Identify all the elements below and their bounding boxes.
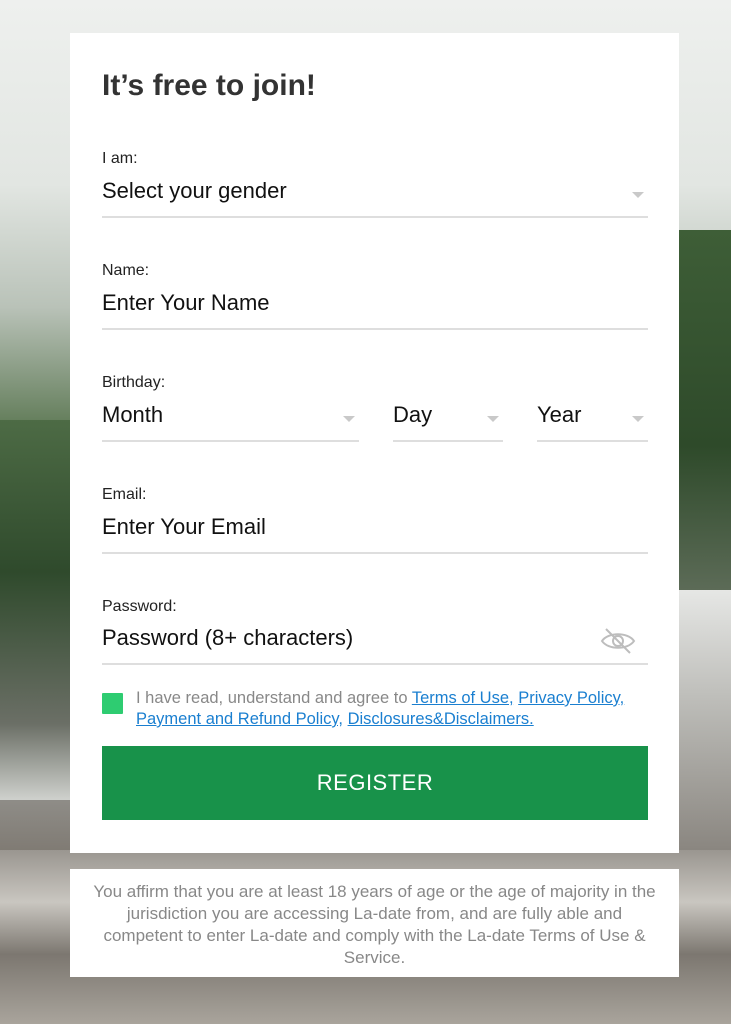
- chevron-down-icon: [343, 416, 355, 422]
- day-select-value: Day: [393, 402, 433, 427]
- email-input[interactable]: Enter Your Email: [102, 506, 648, 554]
- email-input-placeholder: Enter Your Email: [102, 514, 266, 539]
- gender-select[interactable]: Select your gender: [102, 170, 648, 218]
- birthday-label: Birthday:: [102, 374, 166, 391]
- birthday-day-select[interactable]: Day: [393, 394, 503, 442]
- background-photo: [679, 590, 731, 850]
- privacy-policy-link[interactable]: Privacy Policy,: [518, 689, 624, 707]
- terms-agreement-text: I have read, understand and agree to Ter…: [136, 688, 656, 730]
- signup-form-card: It’s free to join! I am: Select your gen…: [70, 33, 679, 853]
- name-input[interactable]: Enter Your Name: [102, 282, 648, 330]
- month-select-value: Month: [102, 402, 164, 427]
- agree-checkbox[interactable]: [102, 693, 123, 714]
- disclosures-disclaimers-link[interactable]: Disclosures&Disclaimers.: [348, 710, 534, 728]
- chevron-down-icon: [632, 416, 644, 422]
- age-disclaimer: You affirm that you are at least 18 year…: [70, 869, 679, 977]
- year-select-value: Year: [537, 402, 582, 427]
- chevron-down-icon: [487, 416, 499, 422]
- name-input-placeholder: Enter Your Name: [102, 290, 270, 315]
- register-button[interactable]: REGISTER: [102, 746, 648, 820]
- gender-select-value: Select your gender: [102, 178, 287, 203]
- terms-of-use-link[interactable]: Terms of Use,: [412, 689, 514, 707]
- birthday-month-select[interactable]: Month: [102, 394, 359, 442]
- password-input-placeholder: Password (8+ characters): [102, 625, 354, 650]
- password-label: Password:: [102, 598, 177, 615]
- email-label: Email:: [102, 486, 147, 503]
- background-photo: [679, 230, 731, 590]
- password-input[interactable]: Password (8+ characters): [102, 617, 648, 665]
- background-photo: [0, 420, 70, 800]
- birthday-year-select[interactable]: Year: [537, 394, 648, 442]
- gender-label: I am:: [102, 150, 138, 167]
- eye-slash-icon[interactable]: [600, 627, 636, 655]
- form-title: It’s free to join!: [102, 69, 316, 102]
- name-label: Name:: [102, 262, 150, 279]
- payment-refund-policy-link[interactable]: Payment and Refund Policy,: [136, 710, 343, 728]
- terms-text: I have read, understand and agree to: [136, 689, 412, 707]
- chevron-down-icon: [632, 192, 644, 198]
